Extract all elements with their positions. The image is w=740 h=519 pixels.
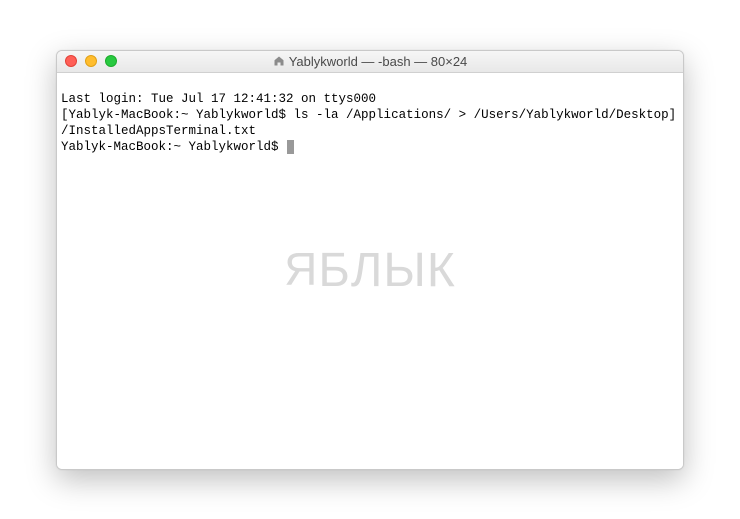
window-title-text: Yablykworld — -bash — 80×24 [289,54,468,69]
terminal-prompt-2: Yablyk-MacBook:~ Yablykworld$ [61,140,286,154]
terminal-line-2: /InstalledAppsTerminal.txt [61,124,256,138]
minimize-button[interactable] [85,55,97,67]
terminal-last-login: Last login: Tue Jul 17 12:41:32 on ttys0… [61,92,376,106]
terminal-command-1: ls -la /Applications/ > /Users/Yablykwor… [294,108,677,122]
apple-logo-icon: Я [284,261,318,277]
window-title: Yablykworld — -bash — 80×24 [57,54,683,69]
terminal-window: Yablykworld — -bash — 80×24 Last login: … [56,50,684,470]
terminal-body[interactable]: Last login: Tue Jul 17 12:41:32 on ttys0… [57,73,683,469]
terminal-cursor [287,140,294,154]
close-button[interactable] [65,55,77,67]
window-titlebar[interactable]: Yablykworld — -bash — 80×24 [57,51,683,73]
maximize-button[interactable] [105,55,117,67]
watermark: ЯБЛЫК [284,263,456,279]
terminal-prompt-1: [Yablyk-MacBook:~ Yablykworld$ [61,108,294,122]
watermark-text: БЛЫК [318,263,455,279]
home-icon [273,55,285,67]
traffic-lights [57,55,117,67]
